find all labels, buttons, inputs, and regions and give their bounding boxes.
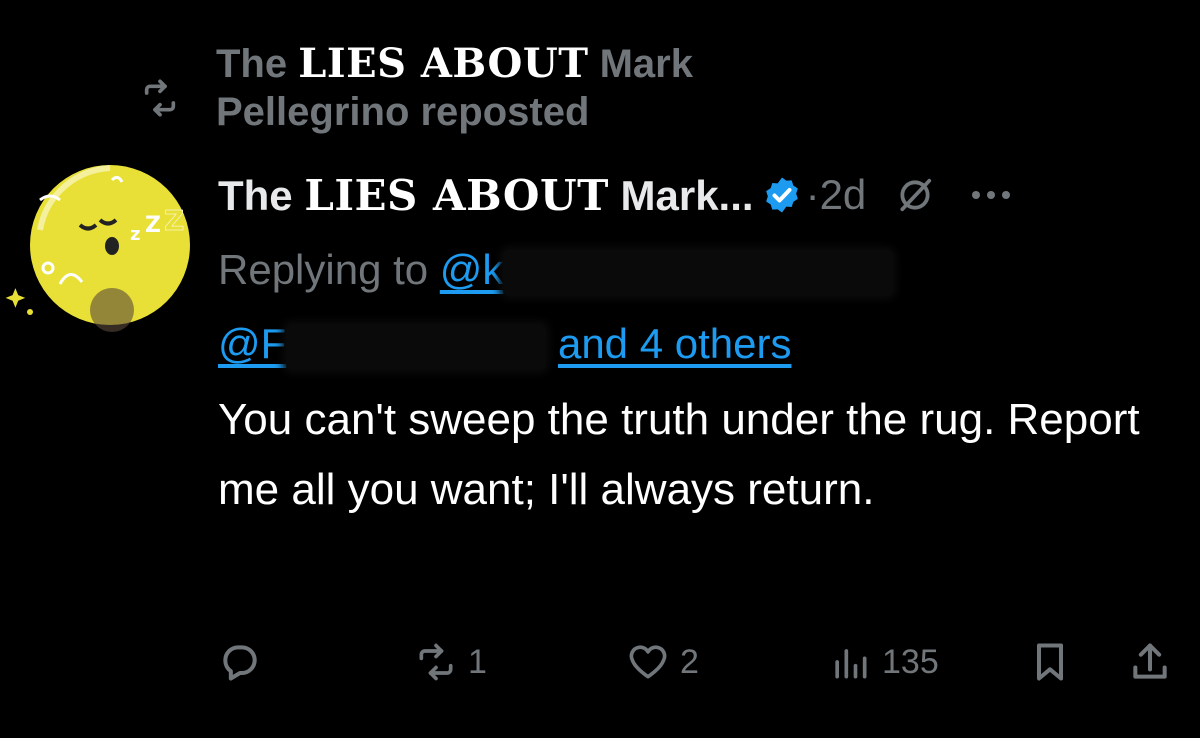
more-options-icon[interactable] [970,189,1012,201]
views-count: 135 [882,642,939,681]
repost-name-emphasis: LIES ABOUT [298,40,589,87]
timestamp[interactable]: ·2d [806,171,867,219]
action-bar: 1 2 135 [218,640,1178,690]
views-chart-icon [835,649,867,679]
svg-text:Z: Z [164,204,184,237]
tweet[interactable]: The LIES ABOUT Mark... ·2d Replying to @… [218,165,1178,525]
display-name-emphasis: LIES ABOUT [304,170,609,220]
repost-label[interactable]: The LIES ABOUT Mark Pellegrino reposted [216,40,776,136]
repost-name-prefix: The [216,42,288,86]
svg-text:Z: Z [145,213,161,238]
repost-button[interactable]: 1 [414,640,487,684]
share-button[interactable] [1128,640,1172,684]
share-icon [1133,643,1167,679]
reply-button[interactable] [218,640,262,684]
repost-icon [144,79,176,117]
verified-badge-icon [765,177,798,213]
tweet-header: The LIES ABOUT Mark... ·2d [218,165,1178,225]
others-link[interactable]: and 4 others [558,320,792,367]
redaction-2 [286,323,547,370]
mention-link-2[interactable]: @F [218,320,547,370]
views-button[interactable]: 135 [828,640,939,684]
time-separator: · [805,171,820,218]
replying-to: Replying to @k @F and 4 others [218,233,1178,381]
mention-1-text: @k [439,246,504,293]
grok-icon[interactable] [896,176,934,214]
bookmark-button[interactable] [1028,640,1072,684]
display-name[interactable]: The LIES ABOUT Mark... [218,171,754,220]
like-count: 2 [680,642,699,681]
like-button[interactable]: 2 [626,640,699,684]
display-name-suffix: Mark... [620,171,754,219]
replying-to-label: Replying to [218,246,429,293]
display-name-prefix: The [218,171,293,219]
time-value: 2d [819,171,867,218]
avatar[interactable]: z Z Z [0,160,210,340]
repost-count: 1 [468,642,487,681]
reply-icon [223,645,257,681]
redaction-1 [503,249,894,296]
repost-action-icon [419,643,453,681]
tweet-text: You can't sweep the truth under the rug.… [218,395,1140,514]
heart-icon [629,645,667,679]
mention-link-1[interactable]: @k [439,246,894,296]
svg-text:z: z [130,224,140,245]
mention-2-text: @F [218,320,287,367]
repost-header: The LIES ABOUT Mark Pellegrino reposted [140,40,776,136]
bookmark-icon [1036,643,1064,681]
